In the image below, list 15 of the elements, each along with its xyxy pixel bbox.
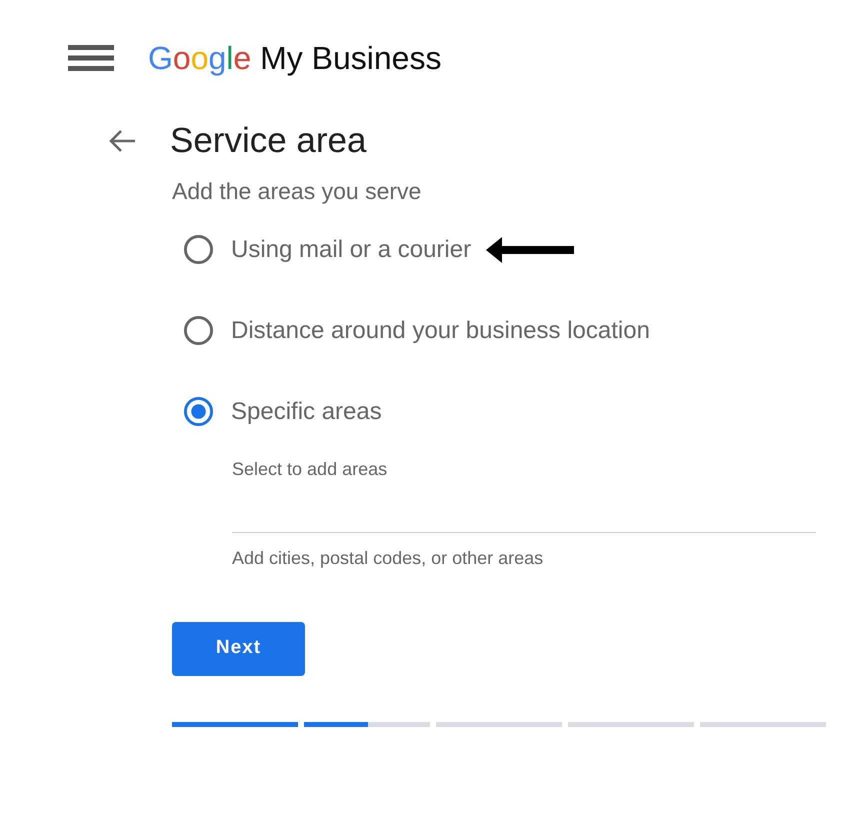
option-label[interactable]: Specific areas bbox=[231, 394, 382, 430]
menu-icon[interactable] bbox=[68, 45, 114, 71]
radio-button[interactable] bbox=[183, 396, 214, 427]
arrow-icon bbox=[486, 236, 574, 262]
back-arrow-icon[interactable] bbox=[108, 129, 136, 153]
subtitle: Add the areas you serve bbox=[172, 177, 422, 206]
radio-button[interactable] bbox=[183, 234, 214, 265]
option-label[interactable]: Distance around your business location bbox=[231, 312, 650, 348]
logo: Google My Business bbox=[148, 39, 442, 78]
field-label: Select to add areas bbox=[232, 458, 388, 480]
helper-text: Add cities, postal codes, or other areas bbox=[232, 546, 544, 570]
radio-button[interactable] bbox=[183, 315, 214, 346]
page-title: Service area bbox=[170, 120, 366, 162]
option-label[interactable]: Using mail or a courier bbox=[231, 232, 472, 268]
next-button[interactable]: Next bbox=[172, 622, 305, 676]
